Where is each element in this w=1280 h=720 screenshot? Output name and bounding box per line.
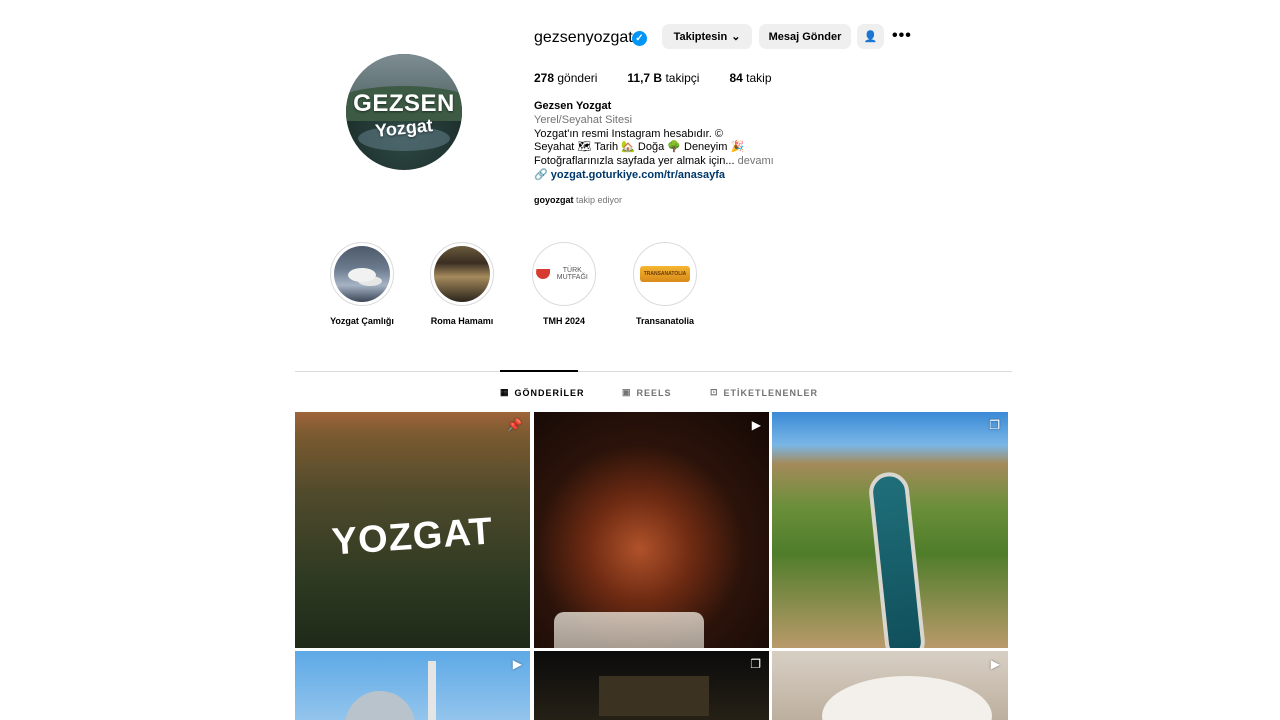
chevron-down-icon: ⌄ xyxy=(731,31,741,43)
active-tab-indicator xyxy=(500,370,578,372)
profile-category: Yerel/Seyahat Sitesi xyxy=(534,113,633,126)
post-thumbnail[interactable]: ▶ xyxy=(295,651,530,720)
bio-line-3-text: Fotoğraflarınızla sayfada yer almak için… xyxy=(534,155,735,168)
transanatolia-logo: TRANSANATOLIA xyxy=(640,266,690,282)
post-minaret-shape xyxy=(428,661,436,720)
bio-link-row[interactable]: 🔗 yozgat.goturkiye.com/tr/anasayfa xyxy=(534,169,774,183)
highlight-cover-transanatolia: TRANSANATOLIA xyxy=(637,246,693,302)
tmh-logo-text: TÜRK MUTFAĞI xyxy=(556,267,588,281)
followers-label: takipçi xyxy=(665,71,700,85)
post-thumbnail[interactable]: ▶ xyxy=(772,651,1008,720)
highlight-label: Roma Hamamı xyxy=(430,316,494,326)
highlight-transanatolia[interactable]: TRANSANATOLIA Transanatolia xyxy=(620,242,710,326)
tab-tagged[interactable]: ⊡ ETİKETLENENLER xyxy=(710,387,818,398)
highlight-label: TMH 2024 xyxy=(542,316,586,326)
tab-posts-label: GÖNDERİLER xyxy=(514,387,585,398)
tab-posts[interactable]: ▦ GÖNDERİLER xyxy=(500,387,585,398)
following-count: 84 xyxy=(729,71,743,85)
carousel-icon: ❐ xyxy=(989,418,1000,432)
bio-link[interactable]: yozgat.goturkiye.com/tr/anasayfa xyxy=(551,169,725,181)
followed-by-user: goyozgat xyxy=(534,195,574,205)
post-thumbnail[interactable]: ▶ xyxy=(534,412,769,648)
reel-icon: ▶ xyxy=(512,657,522,671)
post-overlay-text: YOZGAT xyxy=(330,510,495,564)
highlight-label: Yozgat Çamlığı xyxy=(330,316,394,326)
bio-line-2: Seyahat 🗺 Tarih 🏡 Doğa 🌳 Deneyim 🎉 xyxy=(534,141,745,154)
post-thumbnail[interactable]: ❐ xyxy=(772,412,1008,648)
followers-count: 11,7 B xyxy=(627,71,663,85)
carousel-icon: ❐ xyxy=(750,657,761,671)
followers-stat[interactable]: 11,7 B takipçi xyxy=(627,71,699,85)
followed-by[interactable]: goyozgat takip ediyor xyxy=(534,195,622,205)
posts-count: 278 xyxy=(534,71,555,85)
profile-stats: 278 gönderi 11,7 B takipçi 84 takip xyxy=(534,71,772,85)
send-message-label: Mesaj Gönder xyxy=(768,30,842,43)
grid-icon: ▦ xyxy=(500,387,510,397)
add-person-icon: 👤 xyxy=(863,31,878,43)
tab-tagged-label: ETİKETLENENLER xyxy=(723,387,819,398)
highlight-tmh-2024[interactable]: TÜRK MUTFAĞI TMH 2024 xyxy=(519,242,609,326)
profile-full-name: Gezsen Yozgat xyxy=(534,100,612,112)
highlight-roma-hamami[interactable]: Roma Hamamı xyxy=(417,242,507,326)
suggest-people-button[interactable]: 👤 xyxy=(857,24,884,49)
profile-username: gezsenyozgat xyxy=(534,29,633,46)
profile-avatar[interactable]: GEZSEN Yozgat xyxy=(346,54,462,170)
reel-icon: ▶ xyxy=(751,418,761,432)
tagged-icon: ⊡ xyxy=(710,387,719,397)
tmh-logo-shape xyxy=(536,269,550,279)
following-button-label: Takiptesin xyxy=(673,30,728,43)
following-stat[interactable]: 84 takip xyxy=(729,71,771,85)
highlight-yozgat-camligi[interactable]: Yozgat Çamlığı xyxy=(317,242,407,326)
tab-reels-label: REELS xyxy=(636,387,672,398)
reels-icon: ▣ xyxy=(622,387,632,397)
post-cup-shape xyxy=(554,612,704,648)
highlight-cover-tmh: TÜRK MUTFAĞI xyxy=(536,246,592,302)
highlight-ring xyxy=(430,242,494,306)
post-dome-shape xyxy=(345,691,415,720)
post-plate-shape xyxy=(822,676,992,720)
following-button[interactable]: Takiptesin ⌄ xyxy=(662,24,752,49)
posts-label: gönderi xyxy=(557,71,598,85)
bio-line-3: Fotoğraflarınızla sayfada yer almak için… xyxy=(534,155,774,169)
highlight-ring: TÜRK MUTFAĞI xyxy=(532,242,596,306)
tabs-divider xyxy=(295,371,1012,372)
highlight-ring: TRANSANATOLIA xyxy=(633,242,697,306)
post-thumbnail[interactable]: ❐ xyxy=(534,651,769,720)
verified-badge-icon: ✓ xyxy=(632,31,647,46)
posts-stat: 278 gönderi xyxy=(534,71,597,85)
reel-icon: ▶ xyxy=(990,657,1000,671)
post-canal-shape xyxy=(867,470,927,648)
highlight-cover-swans xyxy=(334,246,390,302)
highlight-cover-hamam xyxy=(434,246,490,302)
following-label: takip xyxy=(746,71,772,85)
pin-icon: 📌 xyxy=(507,418,522,432)
more-options-icon[interactable]: ••• xyxy=(892,28,912,44)
link-icon: 🔗 xyxy=(534,168,548,181)
highlight-ring xyxy=(330,242,394,306)
post-house-shape xyxy=(599,676,709,716)
send-message-button[interactable]: Mesaj Gönder xyxy=(759,24,851,49)
profile-bio: Gezsen Yozgat Yerel/Seyahat Sitesi Yozga… xyxy=(534,100,774,183)
highlight-label: Transanatolia xyxy=(635,316,695,326)
post-thumbnail[interactable]: YOZGAT 📌 xyxy=(295,412,530,648)
followed-by-text: takip ediyor xyxy=(576,195,623,205)
bio-more-button[interactable]: devamı xyxy=(738,155,774,167)
tab-reels[interactable]: ▣ REELS xyxy=(622,387,672,398)
bio-line-1: Yozgat'ın resmi Instagram hesabıdır. © xyxy=(534,127,723,140)
